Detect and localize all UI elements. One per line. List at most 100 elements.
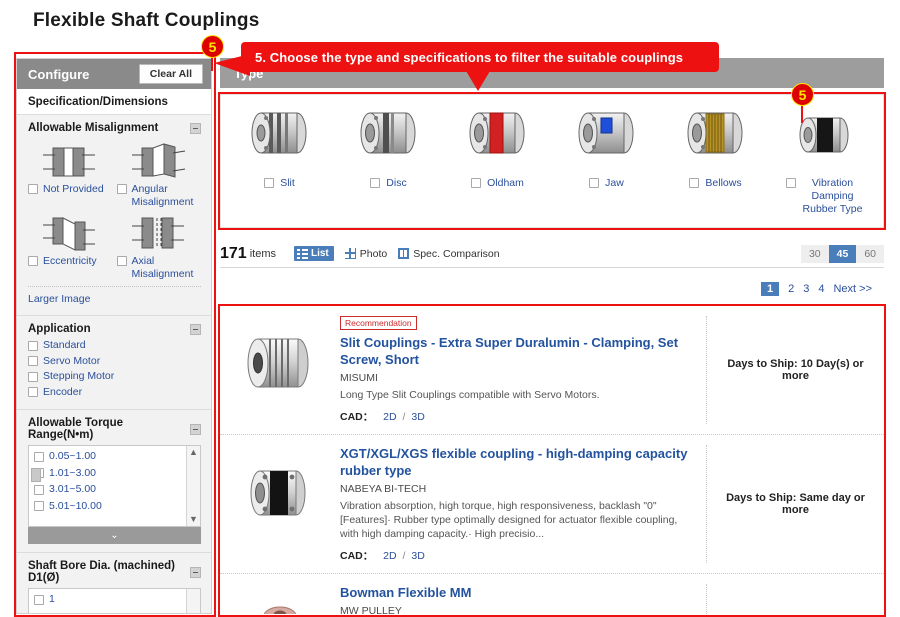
checkbox-torque-3[interactable]: [34, 501, 44, 512]
checkbox-torque-0[interactable]: [34, 451, 44, 462]
torque-option[interactable]: 0.05~1.00: [34, 450, 200, 463]
type-label-oldham[interactable]: Oldham: [487, 177, 524, 190]
misalignment-option[interactable]: Not Provided: [28, 138, 113, 208]
collapse-minus-icon[interactable]: [190, 122, 201, 134]
torque-option[interactable]: 5.01~10.00: [34, 500, 200, 513]
application-label-encoder[interactable]: Encoder: [43, 386, 82, 399]
misalignment-option[interactable]: Eccentricity: [28, 210, 113, 280]
checkbox-type-oldham[interactable]: [471, 178, 482, 188]
checkbox-type-bellows[interactable]: [689, 178, 700, 188]
next-page-link[interactable]: Next >>: [833, 283, 872, 295]
torque-label-2[interactable]: 3.01~5.00: [49, 483, 96, 496]
shaft-bore-option[interactable]: 1: [34, 593, 200, 606]
type-option-jaw[interactable]: Jaw: [552, 101, 661, 227]
page-3[interactable]: 3: [803, 283, 809, 295]
scroll-up-icon[interactable]: ▲: [189, 448, 198, 457]
application-option[interactable]: Encoder: [28, 386, 201, 399]
checkbox-type-rubber[interactable]: [785, 178, 796, 188]
misalignment-option[interactable]: Axial Misalignment: [116, 210, 202, 280]
misalignment-label-angular[interactable]: Angular Misalignment: [132, 183, 202, 208]
cad-2d-link[interactable]: 2D: [383, 411, 396, 423]
page-1[interactable]: 1: [760, 282, 780, 296]
list-view-chip[interactable]: List: [293, 246, 334, 261]
checkbox-servo-motor[interactable]: [28, 356, 38, 367]
page-4[interactable]: 4: [818, 283, 824, 295]
torque-expand-button[interactable]: ⌄: [28, 527, 201, 544]
type-option-bellows[interactable]: Bellows: [661, 101, 770, 227]
larger-image-link[interactable]: Larger Image: [28, 287, 201, 307]
shaft-bore-options-list[interactable]: 1: [28, 588, 201, 613]
application-option[interactable]: Stepping Motor: [28, 370, 201, 383]
collapse-minus-icon[interactable]: [190, 566, 201, 578]
product-title-link[interactable]: Slit Couplings - Extra Super Duralumin -…: [340, 334, 692, 368]
product-thumbnail[interactable]: [220, 445, 340, 563]
checkbox-type-jaw[interactable]: [589, 178, 600, 188]
application-label-servo-motor[interactable]: Servo Motor: [43, 355, 100, 368]
checkbox-axial-misalignment[interactable]: [116, 256, 127, 266]
view-mode-spec-comparison[interactable]: Spec. Comparison: [398, 248, 500, 260]
product-title-link[interactable]: XGT/XGL/XGS flexible coupling - high-dam…: [340, 445, 692, 479]
product-thumbnail[interactable]: [220, 316, 340, 424]
type-label-slit[interactable]: Slit: [280, 177, 295, 190]
misalignment-header: Allowable Misalignment: [28, 122, 201, 134]
application-label-stepping-motor[interactable]: Stepping Motor: [43, 370, 114, 383]
misalignment-label-eccentricity[interactable]: Eccentricity: [43, 255, 97, 268]
page-2[interactable]: 2: [788, 283, 794, 295]
type-label-rubber[interactable]: Vibration Damping Rubber Type: [802, 177, 864, 216]
torque-label-0[interactable]: 0.05~1.00: [49, 450, 96, 463]
checkbox-type-slit[interactable]: [264, 178, 275, 188]
checkbox-torque-2[interactable]: [34, 484, 44, 495]
misalignment-option[interactable]: Angular Misalignment: [116, 138, 202, 208]
type-label-jaw[interactable]: Jaw: [605, 177, 624, 190]
checkbox-type-disc[interactable]: [370, 178, 381, 188]
scrollbar-thumb[interactable]: [31, 468, 41, 482]
clear-all-button[interactable]: Clear All: [138, 64, 203, 84]
table-row[interactable]: Bowman Flexible MM MW PULLEY: [220, 574, 884, 614]
scroll-down-icon[interactable]: ▼: [189, 515, 198, 524]
torque-option[interactable]: 3.01~5.00: [34, 483, 200, 496]
view-mode-photo[interactable]: Photo: [344, 248, 387, 260]
per-page-45[interactable]: 45: [828, 244, 857, 263]
checkbox-angular-misalignment[interactable]: [116, 184, 127, 194]
type-option-rubber[interactable]: Vibration Damping Rubber Type: [770, 101, 879, 227]
torque-options-list[interactable]: 0.05~1.00 1.01~3.00 3.01~5.00 5.01~10.00…: [28, 445, 201, 527]
application-option[interactable]: Servo Motor: [28, 355, 201, 368]
per-page-60[interactable]: 60: [856, 244, 884, 263]
type-label-bellows[interactable]: Bellows: [705, 177, 741, 190]
misalignment-label-not-provided[interactable]: Not Provided: [43, 183, 104, 196]
checkbox-standard[interactable]: [28, 340, 38, 351]
type-option-oldham[interactable]: Oldham: [443, 101, 552, 227]
checkbox-encoder[interactable]: [28, 387, 38, 398]
view-mode-list[interactable]: List: [293, 246, 334, 261]
table-row[interactable]: Recommendation Slit Couplings - Extra Su…: [220, 306, 884, 435]
list-scrollbar[interactable]: [186, 589, 200, 613]
torque-option[interactable]: 1.01~3.00: [34, 467, 200, 480]
cad-2d-link[interactable]: 2D: [383, 550, 396, 562]
per-page-selector: 30 45 60: [800, 244, 884, 263]
view-label-spec-comparison[interactable]: Spec. Comparison: [413, 248, 499, 260]
cad-3d-link[interactable]: 3D: [411, 411, 424, 423]
application-option[interactable]: Standard: [28, 339, 201, 352]
type-label-disc[interactable]: Disc: [386, 177, 406, 190]
misalignment-label-axial[interactable]: Axial Misalignment: [132, 255, 202, 280]
collapse-minus-icon[interactable]: [190, 423, 201, 435]
shaft-bore-label-1[interactable]: 1: [49, 593, 55, 606]
product-title-link[interactable]: Bowman Flexible MM: [340, 584, 692, 601]
annotation-leader-line-left: [211, 57, 213, 71]
list-scrollbar[interactable]: ▲ ▼: [186, 446, 200, 526]
torque-label-1[interactable]: 1.01~3.00: [49, 467, 96, 480]
type-option-slit[interactable]: Slit: [225, 101, 334, 227]
cad-3d-link[interactable]: 3D: [411, 550, 424, 562]
per-page-30[interactable]: 30: [800, 244, 829, 263]
checkbox-eccentricity[interactable]: [28, 256, 38, 266]
type-option-disc[interactable]: Disc: [334, 101, 443, 227]
checkbox-stepping-motor[interactable]: [28, 371, 38, 382]
product-thumbnail[interactable]: [220, 584, 340, 614]
checkbox-not-provided[interactable]: [28, 184, 38, 194]
view-label-photo[interactable]: Photo: [360, 248, 387, 260]
torque-label-3[interactable]: 5.01~10.00: [49, 500, 102, 513]
collapse-minus-icon[interactable]: [190, 323, 201, 335]
table-row[interactable]: XGT/XGL/XGS flexible coupling - high-dam…: [220, 435, 884, 574]
application-label-standard[interactable]: Standard: [43, 339, 86, 352]
checkbox-shaft-bore-1[interactable]: [34, 594, 44, 605]
